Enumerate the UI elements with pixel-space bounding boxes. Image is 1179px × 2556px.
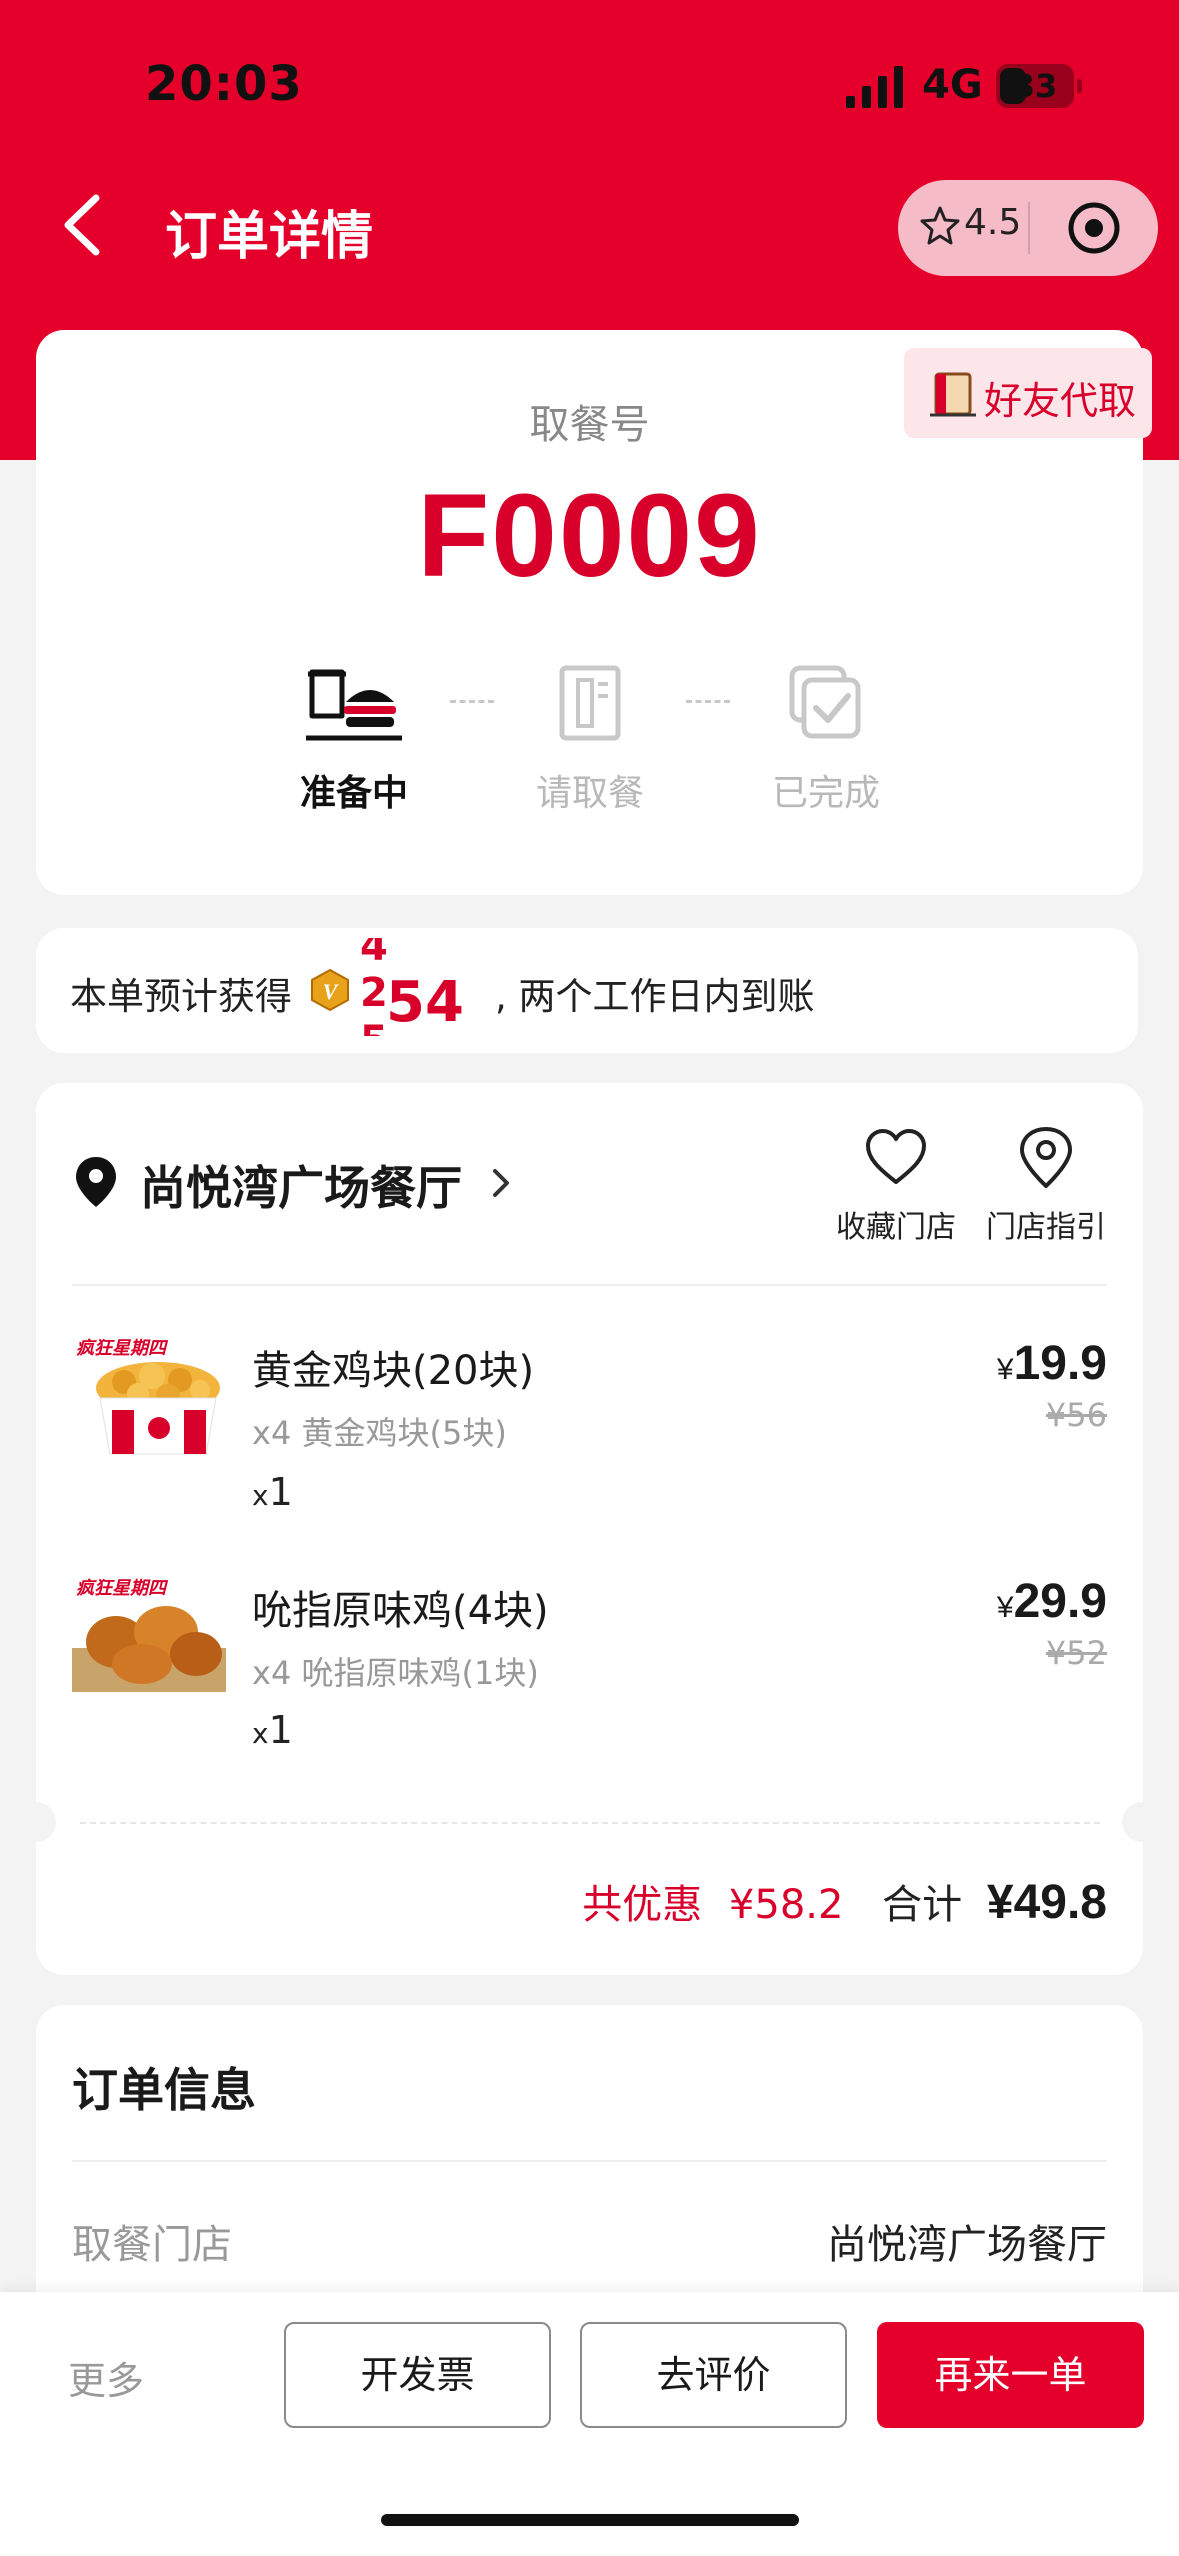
chevron-right-icon[interactable] [490, 1166, 512, 1200]
points-suffix: , 两个工作日内到账 [495, 975, 815, 1018]
item-name: 黄金鸡块(20块) [252, 1348, 535, 1394]
item-badge-text: 疯狂星期四 [76, 1338, 169, 1358]
heart-icon[interactable] [864, 1126, 928, 1190]
order-info-title: 订单信息 [72, 2063, 256, 2117]
item-detail: x4 吮指原味鸡(1块) [252, 1654, 539, 1692]
item-detail: x4 黄金鸡块(5块) [252, 1414, 507, 1452]
item-name: 吮指原味鸡(4块) [252, 1588, 549, 1634]
fried-chicken-image: 疯狂星期四 [72, 1576, 226, 1696]
store-name-link[interactable]: 尚悦湾广场餐厅 [140, 1152, 462, 1218]
pickup-number: F0009 [417, 470, 762, 602]
status-time: 20:03 [145, 56, 303, 112]
burger-tray-icon [306, 669, 402, 741]
item-badge-text: 疯狂星期四 [76, 1578, 169, 1598]
back-arrow-icon[interactable] [56, 190, 116, 260]
location-pin-icon [76, 1157, 116, 1207]
ticket-notch-right [1122, 1802, 1162, 1842]
item-original-price: ¥56 [1045, 1396, 1107, 1434]
ticket-notch-left [16, 1802, 56, 1842]
favorite-store-label[interactable]: 收藏门店 [816, 1202, 976, 1246]
item-price: ¥29.9 [996, 1575, 1107, 1628]
reorder-button[interactable]: 再来一单 [877, 2322, 1144, 2428]
discount-amount: ¥58.2 [728, 1882, 844, 1928]
step-completed: 已完成 [771, 773, 880, 814]
store-divider [72, 1284, 1107, 1286]
page-title: 订单详情 [165, 207, 374, 267]
step-connector [450, 700, 494, 703]
capsule-divider [1028, 202, 1030, 254]
item-price: ¥19.9 [996, 1337, 1107, 1390]
signal-icon [846, 66, 903, 108]
svg-text:V: V [323, 979, 340, 1004]
points-rolling-number: 4 2 54 5 2 [360, 938, 464, 1036]
home-indicator [381, 2514, 799, 2526]
battery-level: 33 [1012, 67, 1058, 105]
item-quantity: x1 [252, 1708, 293, 1752]
item-original-price: ¥52 [1045, 1634, 1107, 1672]
network-type: 4G [922, 62, 983, 108]
step-pickup: 请取餐 [535, 773, 644, 814]
battery-icon: 33 [996, 64, 1082, 108]
store-guide-label[interactable]: 门店指引 [966, 1202, 1126, 1246]
v-coin-icon: V [311, 968, 349, 1012]
info-label: 取餐门店 [72, 2222, 232, 2268]
order-info-divider [72, 2160, 1107, 2162]
info-value: 尚悦湾广场餐厅 [827, 2222, 1107, 2268]
target-icon[interactable] [1066, 200, 1122, 256]
step-connector [686, 700, 730, 703]
nuggets-bucket-image: 疯狂星期四 [72, 1336, 226, 1456]
discount-label: 共优惠 [582, 1882, 703, 1928]
store-guide-pin-icon[interactable] [1014, 1126, 1078, 1190]
points-prefix: 本单预计获得 [70, 975, 292, 1018]
order-total-row: 共优惠 ¥58.2 合计 ¥49.8 [582, 1872, 1107, 1930]
item-quantity: x1 [252, 1470, 293, 1514]
mini-program-capsule: 4.5 [898, 180, 1158, 276]
completed-check-icon [789, 665, 861, 739]
total-amount: ¥49.8 [986, 1876, 1107, 1929]
ticket-dash-divider [80, 1822, 1100, 1824]
invoice-button[interactable]: 开发票 [284, 2322, 551, 2428]
review-button[interactable]: 去评价 [580, 2322, 847, 2428]
star-icon[interactable] [918, 204, 962, 248]
more-button[interactable]: 更多 [68, 2350, 144, 2405]
step-preparing: 准备中 [299, 773, 408, 814]
rating-value[interactable]: 4.5 [964, 202, 1021, 243]
total-label: 合计 [882, 1882, 963, 1928]
pickup-number-label: 取餐号 [529, 402, 650, 448]
kfc-bag-icon [559, 665, 621, 741]
